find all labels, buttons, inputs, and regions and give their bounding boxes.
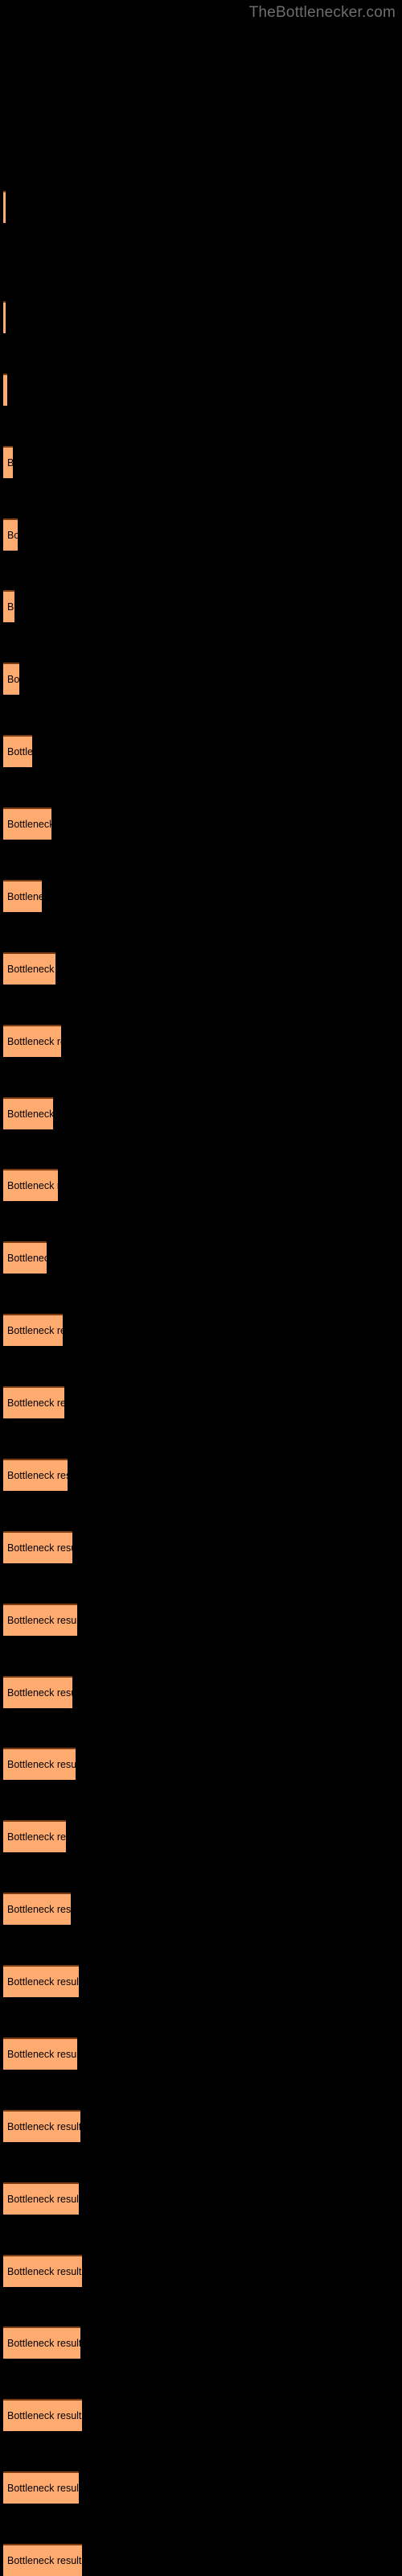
bar-row: Bottleneck result <box>0 663 402 696</box>
bar-label: Bottleneck result <box>7 1614 77 1626</box>
bar-row: Bottleneck result <box>0 2254 402 2287</box>
bar: Bottleneck result <box>3 1675 72 1708</box>
bar-label: Bottleneck result <box>7 1108 53 1120</box>
bar-row: Bottleneck result <box>0 1386 402 1419</box>
bar-label: Bottleneck result <box>7 2193 79 2205</box>
bar-label: Bottleneck result <box>7 2048 77 2060</box>
bar-row: Bottleneck result <box>0 952 402 985</box>
bar-row: Bottleneck result <box>0 1893 402 1926</box>
bar-row: Bottleneck result <box>0 1748 402 1781</box>
bar-label: Bottleneck result <box>7 1686 72 1699</box>
bar-label: Bottleneck result <box>7 1469 68 1481</box>
bar: Bottleneck result <box>3 2544 82 2576</box>
bar: Bottleneck result <box>3 663 19 696</box>
bar: Bottleneck result <box>3 952 55 985</box>
bar-row: Bottleneck result <box>0 1314 402 1347</box>
bar: Bottleneck result <box>3 1458 68 1491</box>
bar-row: Bottleneck result <box>0 2182 402 2215</box>
bar-label: Bottleneck result <box>7 2265 82 2277</box>
bar-row: Bottleneck result <box>0 1458 402 1491</box>
bar-row: Bottleneck result <box>0 2399 402 2432</box>
bar: Bottleneck result <box>3 2182 79 2215</box>
bar-row: Bottleneck result <box>0 1169 402 1202</box>
bar-row: Bottleneck result <box>0 2544 402 2576</box>
bar-row: Bottleneck result <box>0 1024 402 1057</box>
bar-label: Bottleneck result <box>7 1759 76 1771</box>
bar-label: Bottleneck result <box>7 1035 61 1047</box>
bar: Bottleneck result <box>3 807 51 840</box>
bar: Bottleneck result <box>3 1748 76 1781</box>
bar-row <box>0 373 402 406</box>
bar-label: Bottleneck result <box>7 819 51 831</box>
bar-row: Bottleneck result <box>0 1675 402 1708</box>
bar-label: Bottleneck result <box>7 601 14 613</box>
bar <box>3 191 6 223</box>
bar <box>3 301 6 333</box>
bar-row: Bottleneck result <box>0 2326 402 2359</box>
bar-row: Bottleneck result <box>0 879 402 912</box>
bar: Bottleneck result <box>3 2109 80 2142</box>
bar: Bottleneck result <box>3 2471 79 2504</box>
bar: Bottleneck result <box>3 1169 58 1202</box>
bottleneck-bar-chart: TheBottlenecker.com Bottleneck result Bot… <box>0 0 402 2576</box>
bar: Bottleneck result <box>3 1024 61 1057</box>
bar: Bottleneck result <box>3 1241 47 1274</box>
bar: Bottleneck result <box>3 1820 66 1853</box>
bar-label: Bottleneck result <box>7 674 19 686</box>
bar-label: Bottleneck result <box>7 1253 47 1265</box>
bar-label: Bottleneck result <box>7 1976 79 1988</box>
bar-label: Bottleneck result <box>7 2483 79 2495</box>
bar: Bottleneck result <box>3 590 14 623</box>
bar-row: Bottleneck result <box>0 1096 402 1129</box>
bar-label: Bottleneck result <box>7 746 32 758</box>
bar: Bottleneck result <box>3 1603 77 1636</box>
bar: Bottleneck result <box>3 1530 72 1563</box>
site-watermark: TheBottlenecker.com <box>248 4 396 21</box>
bar-label: Bottleneck result <box>7 1904 71 1916</box>
bar-row: Bottleneck result <box>0 1241 402 1274</box>
bar-label: Bottleneck result <box>7 2338 80 2350</box>
bar-label: Bottleneck result <box>7 1397 64 1410</box>
bar-label: Bottleneck result <box>7 2410 82 2422</box>
bar-label: Bottleneck result <box>7 1180 58 1192</box>
bar-label: Bottleneck result <box>7 1831 66 1843</box>
bar-row: Bottleneck result <box>0 1530 402 1563</box>
bar-row <box>0 191 402 223</box>
bar-row <box>0 301 402 333</box>
bar: Bottleneck result <box>3 1096 53 1129</box>
bar-label: Bottleneck result <box>7 963 55 975</box>
bar: Bottleneck result <box>3 445 13 478</box>
bar: Bottleneck result <box>3 518 18 551</box>
bar-row: Bottleneck result <box>0 590 402 623</box>
bar-label: Bottleneck result <box>7 890 42 902</box>
bar: Bottleneck result <box>3 2326 80 2359</box>
bar: Bottleneck result <box>3 735 32 768</box>
bar-label: Bottleneck result <box>7 2120 80 2132</box>
bar-row: Bottleneck result <box>0 518 402 551</box>
bar-row: Bottleneck result <box>0 2471 402 2504</box>
bar: Bottleneck result <box>3 879 42 912</box>
bar: Bottleneck result <box>3 1314 63 1347</box>
bar-row: Bottleneck result <box>0 445 402 478</box>
bar-row: Bottleneck result <box>0 1603 402 1636</box>
bar-label: Bottleneck result <box>7 1325 63 1337</box>
bar: Bottleneck result <box>3 1965 79 1998</box>
bar-row: Bottleneck result <box>0 807 402 840</box>
bar-row: Bottleneck result <box>0 1820 402 1853</box>
bar: Bottleneck result <box>3 1893 71 1926</box>
bar-label: Bottleneck result <box>7 457 13 469</box>
bar-label: Bottleneck result <box>7 1542 72 1554</box>
bar <box>3 373 7 406</box>
bar-row: Bottleneck result <box>0 2037 402 2070</box>
bar-row: Bottleneck result <box>0 735 402 768</box>
bar: Bottleneck result <box>3 2254 82 2287</box>
bar-label: Bottleneck result <box>7 529 18 541</box>
bar-row: Bottleneck result <box>0 1965 402 1998</box>
bar: Bottleneck result <box>3 2037 77 2070</box>
bar: Bottleneck result <box>3 2399 82 2432</box>
bar-label: Bottleneck result <box>7 2555 82 2566</box>
bar: Bottleneck result <box>3 1386 64 1419</box>
bar-row: Bottleneck result <box>0 2109 402 2142</box>
